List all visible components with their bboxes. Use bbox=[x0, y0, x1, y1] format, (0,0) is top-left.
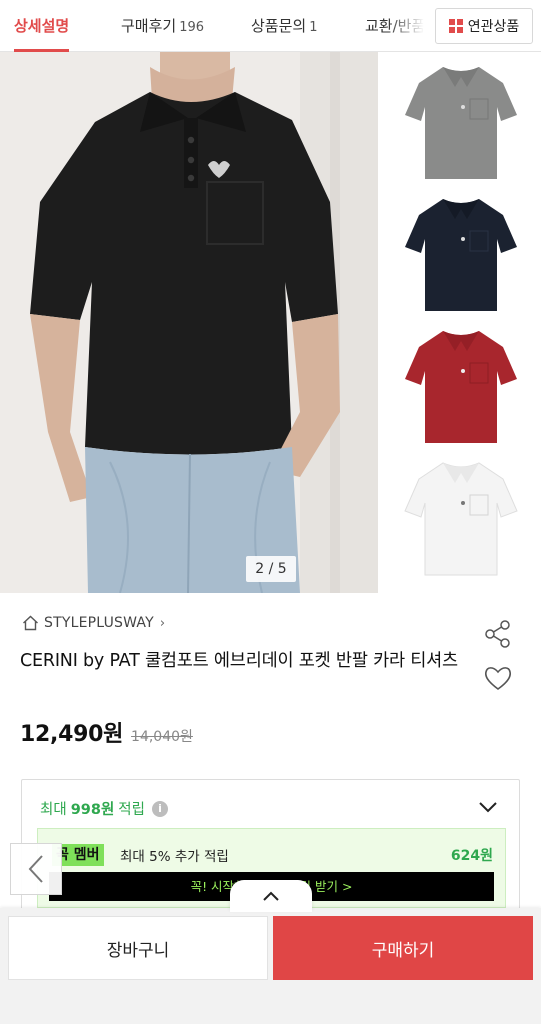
original-price: 14,040원 bbox=[131, 729, 193, 745]
member-benefit-text: 최대 5% 추가 적립 bbox=[120, 849, 229, 865]
points-amount: 998원 bbox=[70, 802, 115, 818]
info-icon[interactable]: i bbox=[151, 800, 168, 817]
share-icon[interactable] bbox=[483, 620, 513, 648]
model-illustration bbox=[0, 52, 378, 593]
points-summary[interactable]: 최대 998원 적립 i bbox=[40, 798, 168, 819]
related-products-button[interactable]: 연관상품 bbox=[435, 8, 533, 44]
tab-detail[interactable]: 상세설명 bbox=[14, 0, 70, 52]
tab-detail-label: 상세설명 bbox=[14, 17, 70, 35]
points-prefix: 최대 bbox=[40, 802, 67, 818]
collapse-handle[interactable] bbox=[230, 880, 312, 912]
thumbnail-gray[interactable] bbox=[397, 57, 525, 185]
heart-icon[interactable] bbox=[483, 664, 513, 692]
back-button[interactable] bbox=[10, 843, 62, 895]
product-title: CERINI by PAT 쿨컴포트 에브리데이 포켓 반팔 카라 티셔츠 bbox=[20, 651, 458, 671]
purchase-bar: 장바구니 구매하기 bbox=[0, 908, 541, 1024]
main-product-photo[interactable] bbox=[0, 52, 378, 593]
buy-now-button[interactable]: 구매하기 bbox=[273, 916, 533, 980]
chevron-up-icon bbox=[263, 891, 279, 901]
buy-now-label: 구매하기 bbox=[371, 940, 435, 961]
thumbnail-red[interactable] bbox=[397, 321, 525, 449]
tab-qna-count: 1 bbox=[309, 20, 318, 35]
thumbnail-navy[interactable] bbox=[397, 189, 525, 317]
thumbnail-white[interactable] bbox=[397, 453, 525, 581]
add-to-cart-label: 장바구니 bbox=[106, 940, 170, 961]
product-gallery[interactable] bbox=[0, 52, 541, 593]
tab-reviews-count: 196 bbox=[179, 20, 205, 35]
tab-bar: 상세설명 구매후기196 상품문의1 교환/반품 연관상품 bbox=[0, 0, 541, 52]
tab-reviews-label: 구매후기 bbox=[121, 17, 177, 35]
chevron-down-icon[interactable] bbox=[478, 800, 498, 814]
related-products-label: 연관상품 bbox=[467, 19, 520, 35]
store-link[interactable]: STYLEPLUSWAY › bbox=[22, 613, 165, 633]
points-suffix: 적립 bbox=[118, 802, 145, 818]
sale-price: 12,490원 bbox=[20, 722, 124, 747]
photo-counter: 2 / 5 bbox=[246, 556, 296, 582]
chevron-right-icon: › bbox=[159, 615, 166, 631]
tab-overflow-fade bbox=[388, 0, 436, 51]
member-benefit-amount: 624원 bbox=[450, 848, 493, 864]
tab-qna[interactable]: 상품문의 1 bbox=[251, 0, 317, 51]
tab-qna-label: 상품문의 bbox=[251, 17, 307, 35]
price-row: 12,490원 14,040원 bbox=[20, 716, 193, 748]
store-name: STYLEPLUSWAY bbox=[44, 615, 154, 631]
add-to-cart-button[interactable]: 장바구니 bbox=[8, 916, 268, 980]
tab-reviews[interactable]: 구매후기 196 bbox=[121, 0, 204, 51]
chevron-left-icon bbox=[28, 855, 43, 883]
home-icon bbox=[23, 615, 38, 631]
grid-icon bbox=[448, 19, 463, 33]
